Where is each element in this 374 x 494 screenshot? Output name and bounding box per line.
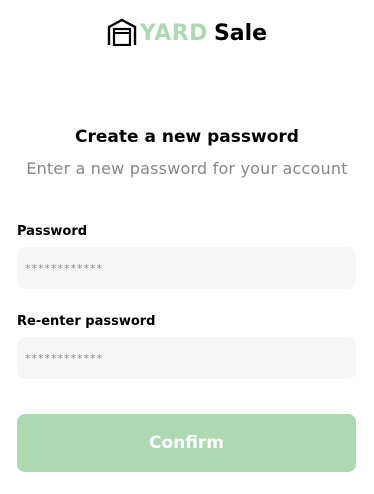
password-label: Password <box>17 224 88 239</box>
brand-name-sale: Sale <box>213 20 268 46</box>
brand-name-yard: YARD <box>139 20 208 46</box>
page-title: Create a new password <box>75 127 299 147</box>
page-subtitle: Enter a new password for your account <box>26 159 348 178</box>
garage-icon <box>107 18 137 46</box>
reenter-password-input[interactable] <box>17 337 356 379</box>
brand-logo: YARD Sale <box>0 18 374 46</box>
password-input[interactable] <box>17 247 356 289</box>
reenter-password-label: Re-enter password <box>17 314 156 329</box>
confirm-button[interactable]: Confirm <box>17 414 356 472</box>
